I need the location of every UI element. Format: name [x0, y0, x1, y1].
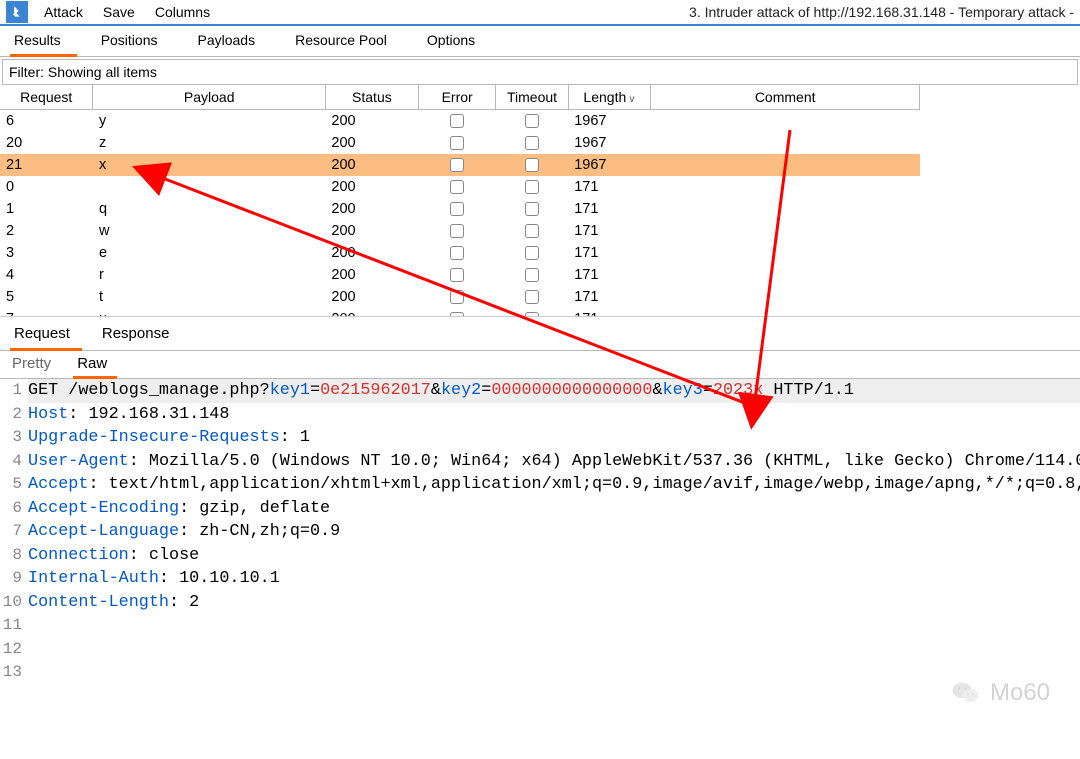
timeout-checkbox [525, 268, 539, 282]
col-request[interactable]: Request [0, 85, 93, 110]
error-checkbox [450, 246, 464, 260]
col-error[interactable]: Error [418, 85, 495, 110]
table-row[interactable]: 20z2001967 [0, 132, 920, 154]
timeout-checkbox [525, 114, 539, 128]
timeout-checkbox [525, 224, 539, 238]
app-icon [6, 1, 28, 23]
menu-columns[interactable]: Columns [145, 2, 220, 22]
error-checkbox [450, 114, 464, 128]
results-table: Request Payload Status Error Timeout Len… [0, 85, 920, 317]
table-row[interactable]: 7u200171 [0, 308, 920, 318]
menu-save[interactable]: Save [93, 2, 145, 22]
view-tabs: Pretty Raw [0, 351, 1080, 379]
table-row[interactable]: 5t200171 [0, 286, 920, 308]
sort-indicator-icon: ∨ [628, 94, 635, 105]
timeout-checkbox [525, 158, 539, 172]
tab-positions[interactable]: Positions [97, 26, 174, 56]
col-payload[interactable]: Payload [93, 85, 325, 110]
tab-options[interactable]: Options [423, 26, 491, 56]
timeout-checkbox [525, 246, 539, 260]
col-comment[interactable]: Comment [651, 85, 920, 110]
table-row[interactable]: 3e200171 [0, 242, 920, 264]
error-checkbox [450, 312, 464, 318]
table-row[interactable]: 1q200171 [0, 198, 920, 220]
error-checkbox [450, 158, 464, 172]
results-panel: Request Payload Status Error Timeout Len… [0, 85, 1080, 317]
timeout-checkbox [525, 136, 539, 150]
error-checkbox [450, 290, 464, 304]
error-checkbox [450, 136, 464, 150]
menu-attack[interactable]: Attack [34, 2, 93, 22]
raw-request-editor[interactable]: 1GET /weblogs_manage.php?key1=0e21596201… [0, 379, 1080, 685]
table-row[interactable]: 2w200171 [0, 220, 920, 242]
timeout-checkbox [525, 180, 539, 194]
tab-resource-pool[interactable]: Resource Pool [291, 26, 403, 56]
tab-request[interactable]: Request [10, 319, 82, 351]
table-row[interactable]: 4r200171 [0, 264, 920, 286]
error-checkbox [450, 202, 464, 216]
watermark: Mo60 [950, 677, 1050, 709]
tab-results[interactable]: Results [10, 26, 77, 57]
window-title: 3. Intruder attack of http://192.168.31.… [689, 4, 1074, 20]
timeout-checkbox [525, 202, 539, 216]
filter-bar[interactable]: Filter: Showing all items [2, 59, 1078, 85]
tab-payloads[interactable]: Payloads [194, 26, 272, 56]
error-checkbox [450, 180, 464, 194]
col-timeout[interactable]: Timeout [496, 85, 568, 110]
error-checkbox [450, 268, 464, 282]
detail-tabs: Request Response [0, 319, 1080, 351]
table-row[interactable]: 6y2001967 [0, 110, 920, 132]
col-status[interactable]: Status [325, 85, 418, 110]
tab-response[interactable]: Response [98, 319, 182, 350]
watermark-text: Mo60 [990, 679, 1050, 707]
wechat-icon [950, 677, 982, 709]
tab-raw[interactable]: Raw [73, 351, 117, 379]
menu-bar: Attack Save Columns 3. Intruder attack o… [0, 0, 1080, 26]
table-row[interactable]: 21x2001967 [0, 154, 920, 176]
main-tabs: Results Positions Payloads Resource Pool… [0, 26, 1080, 57]
tab-pretty[interactable]: Pretty [8, 351, 61, 378]
error-checkbox [450, 224, 464, 238]
table-row[interactable]: 0200171 [0, 176, 920, 198]
col-length[interactable]: Length∨ [568, 85, 651, 110]
timeout-checkbox [525, 290, 539, 304]
timeout-checkbox [525, 312, 539, 318]
